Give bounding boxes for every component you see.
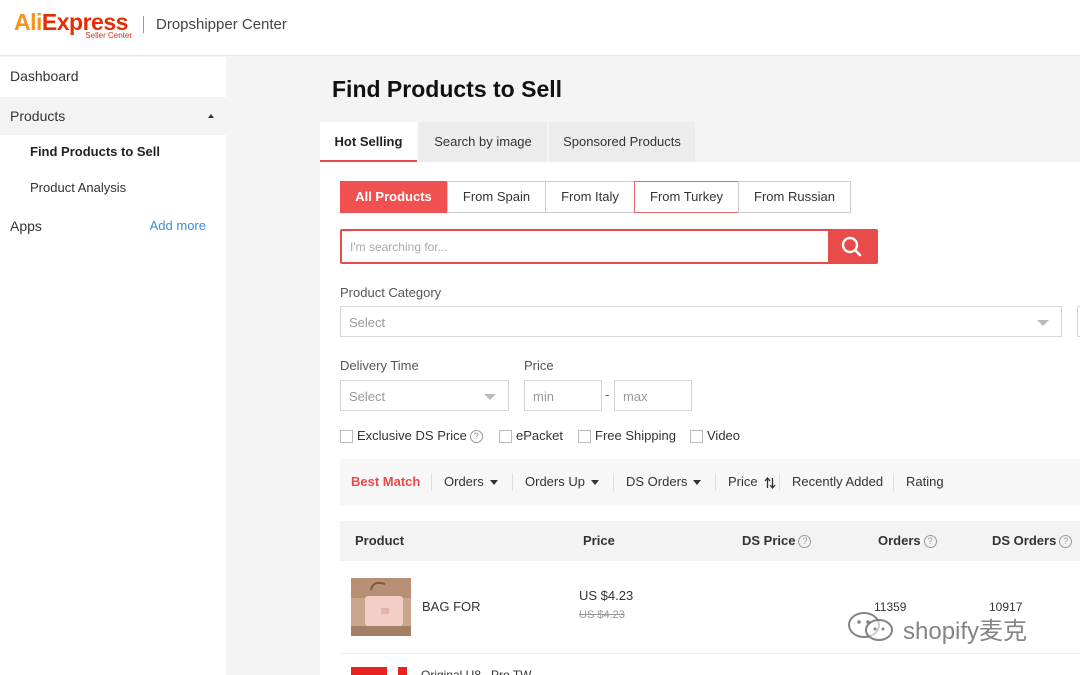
- sidebar-item-products[interactable]: Products: [0, 97, 226, 135]
- sort-divider: [779, 473, 780, 491]
- sidebar-item-product-analysis[interactable]: Product Analysis: [0, 169, 226, 205]
- segment-from-italy[interactable]: From Italy: [545, 181, 635, 213]
- chevron-down-icon: [1037, 320, 1049, 326]
- sidebar-item-label: Product Analysis: [30, 180, 127, 195]
- column-ds-price: DS Price?: [742, 533, 812, 549]
- tab-search-by-image[interactable]: Search by image: [419, 122, 547, 162]
- watermark-text: shopify麦克: [903, 618, 1028, 645]
- help-icon[interactable]: ?: [923, 535, 937, 549]
- product-thumbnail[interactable]: [351, 667, 387, 675]
- product-original-price: US $4.23: [579, 609, 625, 621]
- sort-divider: [613, 473, 614, 491]
- product-thumbnail[interactable]: [351, 578, 411, 636]
- sort-divider: [431, 473, 432, 491]
- checkbox-box[interactable]: [690, 430, 703, 443]
- price-range-dash: -: [605, 387, 610, 402]
- help-icon[interactable]: ?: [798, 535, 812, 549]
- search-icon: [841, 236, 862, 257]
- category-select[interactable]: Select: [340, 306, 1062, 337]
- segment-from-russian[interactable]: From Russian: [738, 181, 851, 213]
- aliexpress-logo[interactable]: AliExpress Seller Center: [14, 9, 132, 41]
- segment-all-products[interactable]: All Products: [340, 181, 447, 213]
- search-input[interactable]: [342, 231, 830, 262]
- sort-orders-up[interactable]: Orders Up: [525, 474, 599, 489]
- sort-label: DS Orders: [626, 474, 688, 489]
- sidebar-item-label: Find Products to Sell: [30, 144, 161, 159]
- sidebar: Dashboard Products Find Products to Sell…: [0, 57, 226, 675]
- sort-bar: Best Match Orders Orders Up DS Orders Pr…: [340, 459, 1080, 505]
- search-box: [340, 229, 878, 264]
- checkbox-box[interactable]: [340, 430, 353, 443]
- help-icon[interactable]: ?: [1059, 535, 1073, 549]
- segment-from-turkey[interactable]: From Turkey: [634, 181, 739, 213]
- price-min-placeholder: min: [533, 389, 554, 404]
- bag-image-icon: [351, 578, 411, 636]
- sort-recently-added[interactable]: Recently Added: [792, 474, 883, 489]
- sort-arrows-icon: [764, 476, 776, 489]
- sort-divider: [893, 473, 894, 491]
- column-orders: Orders?: [878, 533, 937, 549]
- sidebar-item-apps[interactable]: Apps Add more: [0, 207, 226, 245]
- help-icon[interactable]: ?: [469, 430, 483, 444]
- sidebar-item-find-products[interactable]: Find Products to Sell: [0, 133, 226, 169]
- price-label: Price: [524, 358, 554, 373]
- delivery-time-value: Select: [349, 389, 386, 404]
- category-label: Product Category: [340, 285, 442, 300]
- tab-sponsored-products[interactable]: Sponsored Products: [549, 122, 695, 162]
- caret-up-icon: [208, 114, 214, 118]
- tab-hot-selling[interactable]: Hot Selling: [320, 122, 417, 162]
- sort-divider: [715, 473, 716, 491]
- sort-price[interactable]: Price: [728, 474, 776, 489]
- price-min-input[interactable]: min: [524, 380, 602, 411]
- logo-subtitle: Seller Center: [85, 31, 132, 40]
- sort-divider: [512, 473, 513, 491]
- top-header: AliExpress Seller Center Dropshipper Cen…: [0, 0, 1080, 56]
- checkbox-label: Exclusive DS Price: [357, 428, 467, 443]
- sidebar-item-label: Products: [10, 108, 66, 124]
- price-max-input[interactable]: max: [614, 380, 692, 411]
- header-title: Dropshipper Center: [156, 16, 287, 33]
- add-more-link[interactable]: Add more: [150, 218, 206, 233]
- checkbox-label: ePacket: [516, 428, 563, 443]
- sidebar-item-label: Dashboard: [10, 68, 79, 84]
- category-select-value: Select: [349, 315, 386, 330]
- checkbox-label: Free Shipping: [595, 428, 676, 443]
- checkbox-box[interactable]: [499, 430, 512, 443]
- segment-from-spain[interactable]: From Spain: [447, 181, 546, 213]
- product-thumbnail-badge: [398, 667, 407, 675]
- sort-best-match[interactable]: Best Match: [351, 474, 420, 489]
- column-product: Product: [355, 533, 405, 548]
- product-name[interactable]: Original U8...Pro TW...: [421, 668, 541, 675]
- sort-ds-orders[interactable]: DS Orders: [626, 474, 702, 489]
- delivery-time-select[interactable]: Select: [340, 380, 509, 411]
- header-divider: [143, 16, 144, 33]
- product-price: US $4.23: [579, 588, 634, 603]
- price-max-placeholder: max: [623, 389, 648, 404]
- wechat-icon: [848, 612, 893, 641]
- column-ds-orders: DS Orders?: [992, 533, 1073, 549]
- logo-ali: Ali: [14, 9, 42, 35]
- chevron-down-icon: [484, 394, 496, 400]
- sidebar-item-dashboard[interactable]: Dashboard: [0, 57, 226, 95]
- caret-down-icon: [489, 480, 498, 486]
- product-name[interactable]: BAG FOR: [422, 599, 481, 614]
- caret-down-icon: [590, 480, 599, 486]
- sort-label: Price: [728, 474, 758, 489]
- delivery-time-label: Delivery Time: [340, 358, 419, 373]
- page-title: Find Products to Sell: [332, 76, 563, 102]
- sort-orders[interactable]: Orders: [444, 474, 498, 489]
- caret-down-icon: [693, 480, 702, 486]
- checkbox-box[interactable]: [578, 430, 591, 443]
- checkbox-label: Video: [707, 428, 741, 443]
- column-price: Price: [583, 533, 615, 548]
- sidebar-item-label: Apps: [10, 218, 42, 234]
- search-button[interactable]: [828, 231, 876, 262]
- sort-label: Orders Up: [525, 474, 585, 489]
- sort-label: Orders: [444, 474, 484, 489]
- sort-rating[interactable]: Rating: [906, 474, 944, 489]
- table-header: Product Price DS Price? Orders? DS Order…: [340, 521, 1080, 561]
